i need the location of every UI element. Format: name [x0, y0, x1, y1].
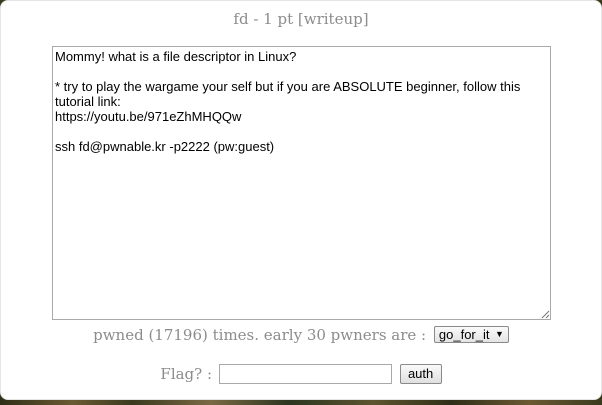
challenge-panel: fd - 1 pt [writeup] Mommy! what is a fil… [0, 0, 602, 400]
early-pwners-selected: go_for_it [438, 326, 490, 342]
pwned-stats: pwned (17196) times. early 30 pwners are… [1, 324, 601, 346]
challenge-description-textarea[interactable]: Mommy! what is a file descriptor in Linu… [52, 46, 551, 320]
flag-label: Flag? : [160, 365, 213, 383]
chevron-down-icon: ▼ [494, 328, 504, 339]
pwned-count-text: pwned (17196) times. early 30 pwners are… [93, 326, 427, 344]
early-pwners-select[interactable]: go_for_it ▼ [433, 325, 509, 343]
resize-grip-icon[interactable] [541, 310, 550, 319]
flag-form: Flag? : auth [1, 363, 601, 385]
challenge-title: fd - 1 pt [writeup] [233, 10, 369, 28]
flag-input[interactable] [218, 364, 392, 384]
auth-button[interactable]: auth [399, 364, 442, 384]
